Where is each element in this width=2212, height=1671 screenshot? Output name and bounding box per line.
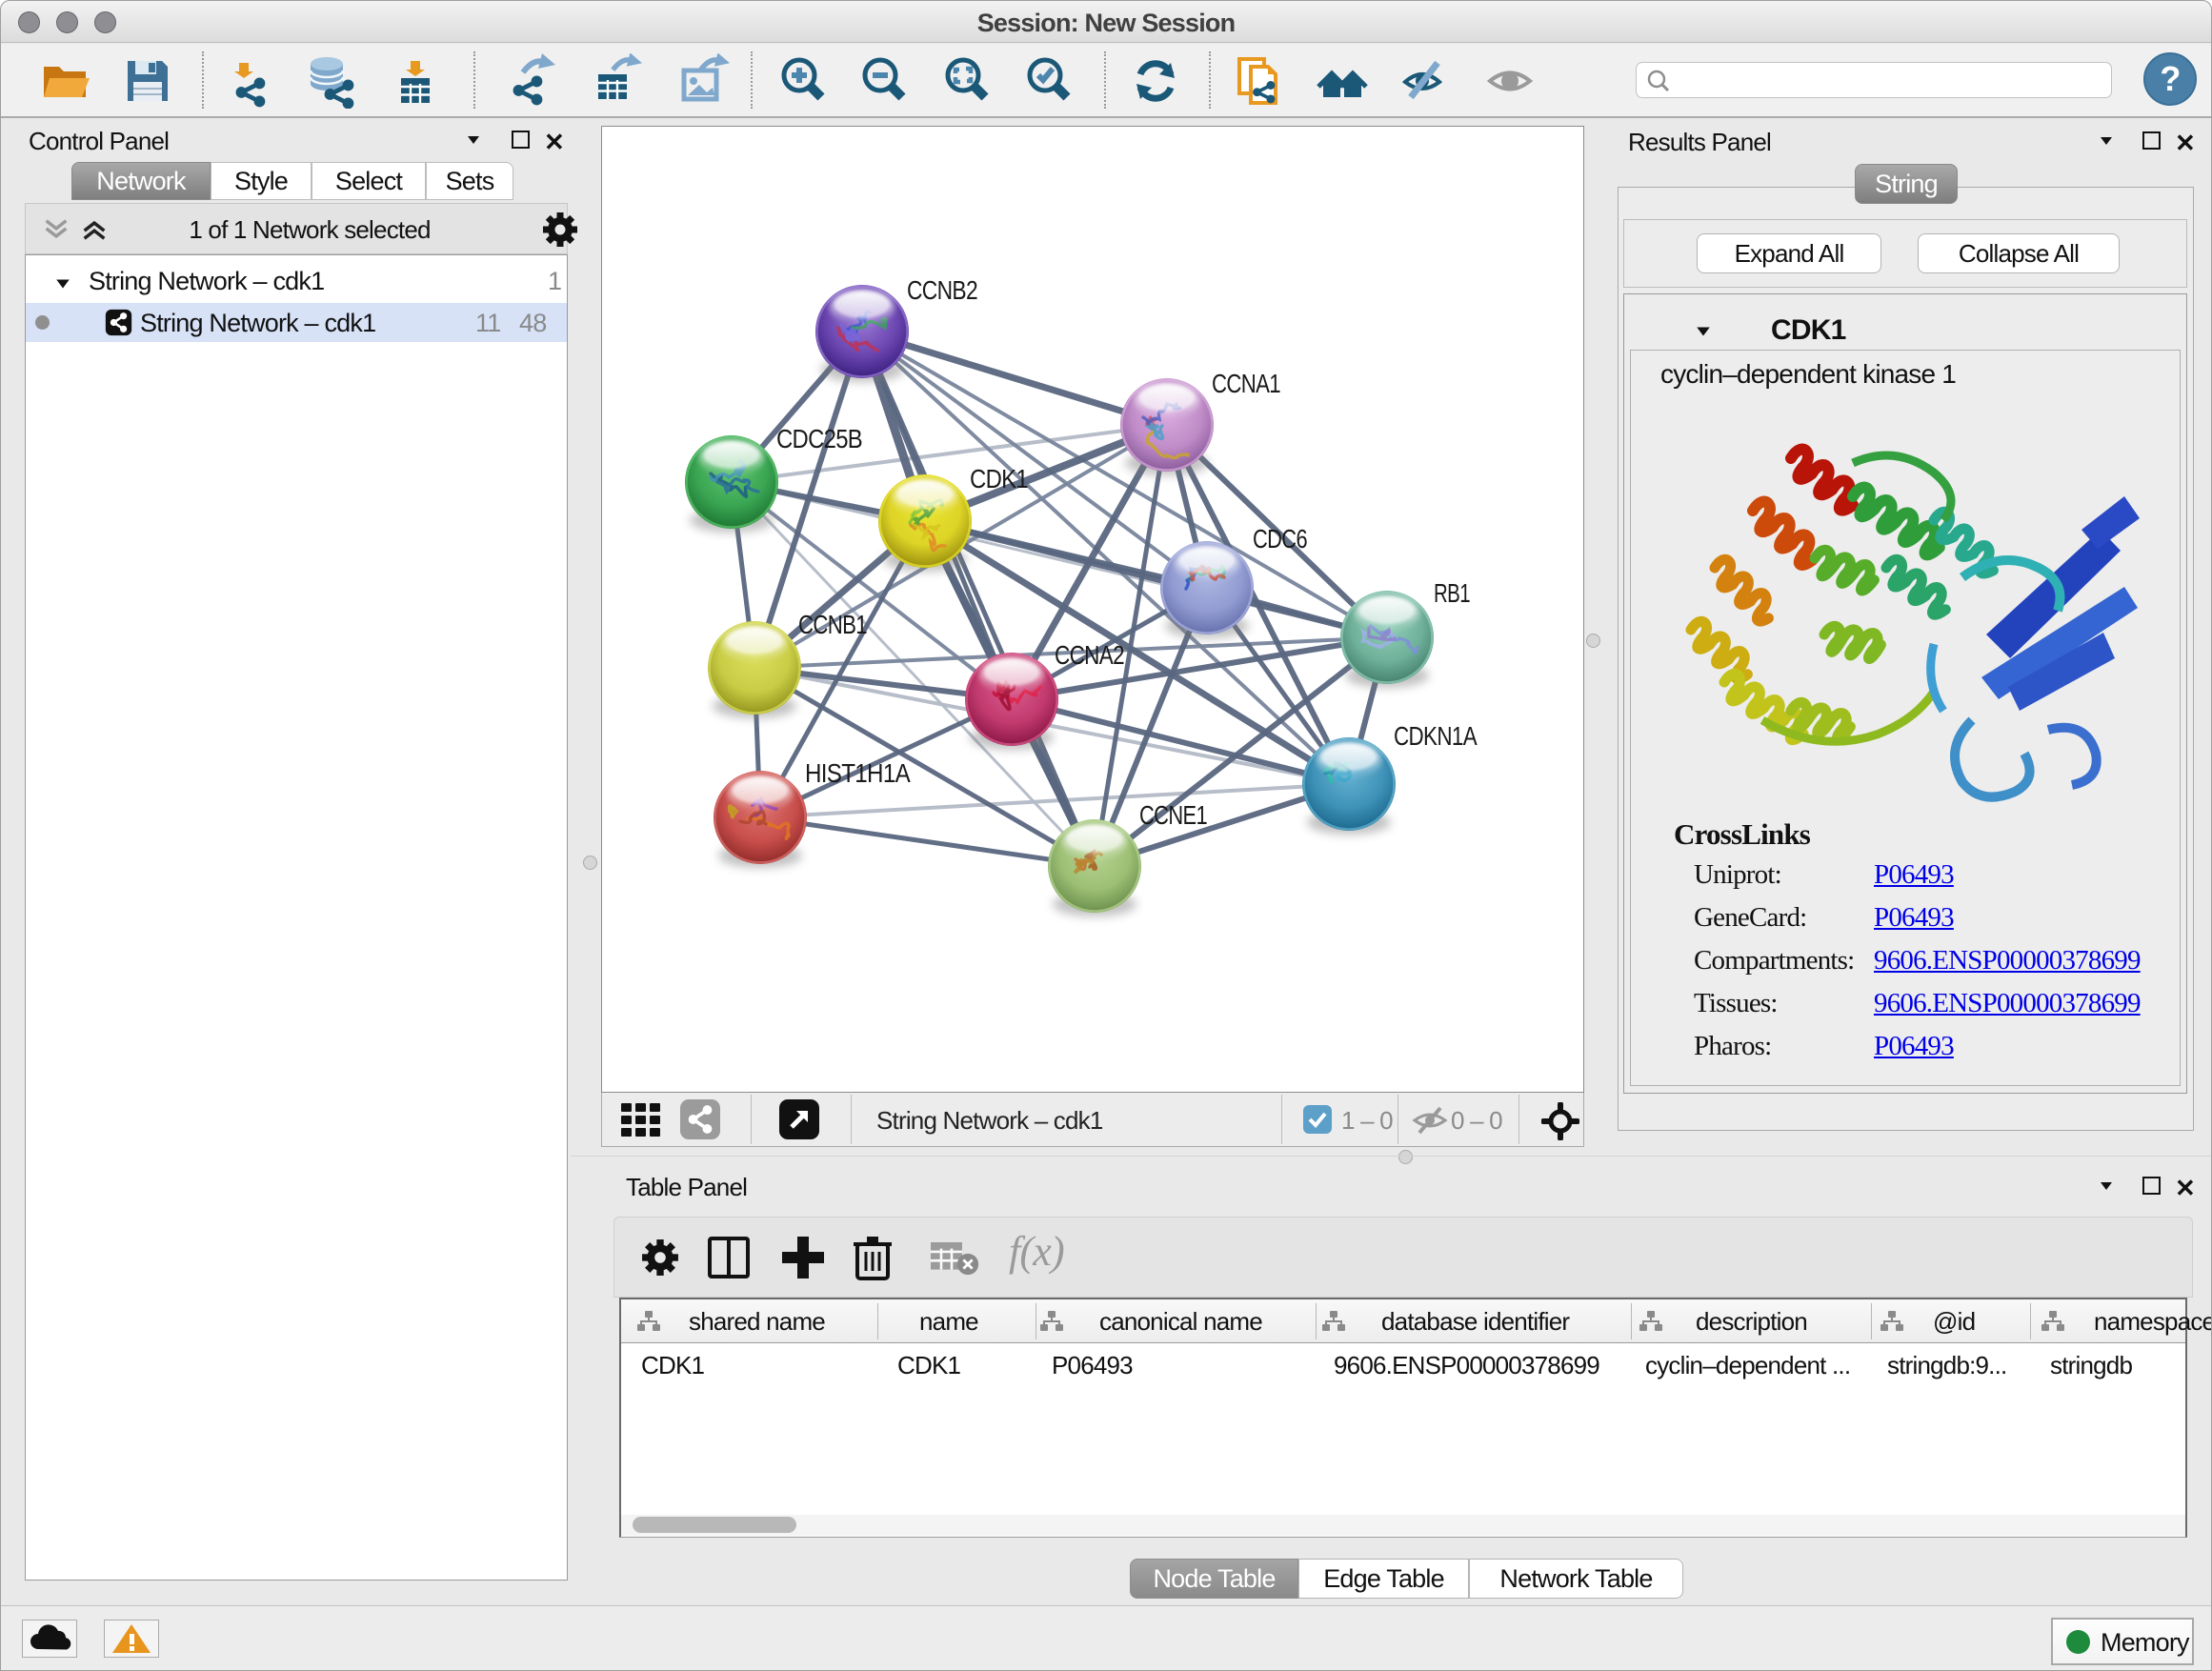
svg-text:CDKN1A: CDKN1A: [1394, 721, 1478, 751]
svg-text:CDC25B: CDC25B: [776, 424, 862, 453]
svg-text:RB1: RB1: [1434, 578, 1470, 608]
svg-text:CCNB1: CCNB1: [798, 610, 867, 639]
svg-text:CCNA1: CCNA1: [1212, 369, 1280, 398]
svg-text:CDC6: CDC6: [1253, 524, 1307, 554]
svg-text:CDK1: CDK1: [970, 464, 1028, 493]
svg-text:CCNB2: CCNB2: [907, 275, 977, 305]
svg-text:CCNA2: CCNA2: [1055, 640, 1124, 670]
svg-text:?: ?: [2160, 59, 2180, 98]
svg-text:HIST1H1A: HIST1H1A: [805, 758, 911, 788]
svg-text:CCNE1: CCNE1: [1139, 800, 1207, 830]
